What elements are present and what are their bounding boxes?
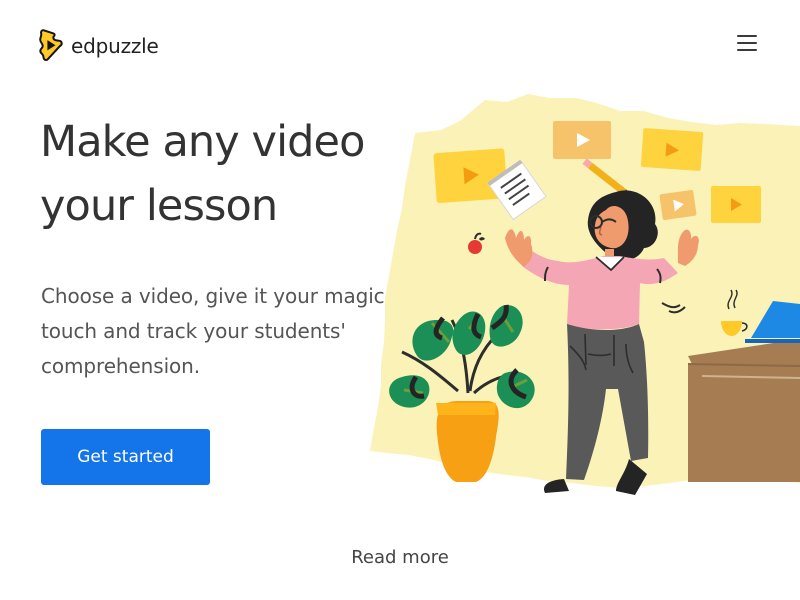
page-title-line-1: Make any video (40, 117, 365, 167)
video-card-small (659, 190, 697, 220)
video-card-right (711, 186, 761, 223)
hero-description: Choose a video, give it your magic touch… (41, 279, 401, 384)
logo-text: edpuzzle (71, 34, 159, 58)
edpuzzle-logo[interactable]: edpuzzle (39, 29, 159, 63)
hero-description-line-2: touch and track your students' (41, 319, 346, 343)
page-title: Make any video your lesson (40, 110, 400, 238)
video-card-top-right (640, 128, 704, 171)
page-title-line-2: your lesson (40, 181, 278, 231)
video-card-top-center (553, 121, 611, 159)
puzzle-play-icon (39, 29, 63, 62)
read-more-link[interactable]: Read more (340, 544, 460, 572)
teacher-with-videos-illustration (370, 94, 800, 495)
hamburger-menu-icon (737, 35, 757, 51)
hero-description-line-1: Choose a video, give it your magic (41, 284, 385, 308)
hero-description-line-3: comprehension. (41, 354, 201, 378)
edpuzzle-landing-page: edpuzzle Make any video your lesson Choo… (0, 0, 800, 600)
menu-button[interactable] (734, 31, 760, 55)
get-started-button[interactable]: Get started (41, 429, 210, 485)
